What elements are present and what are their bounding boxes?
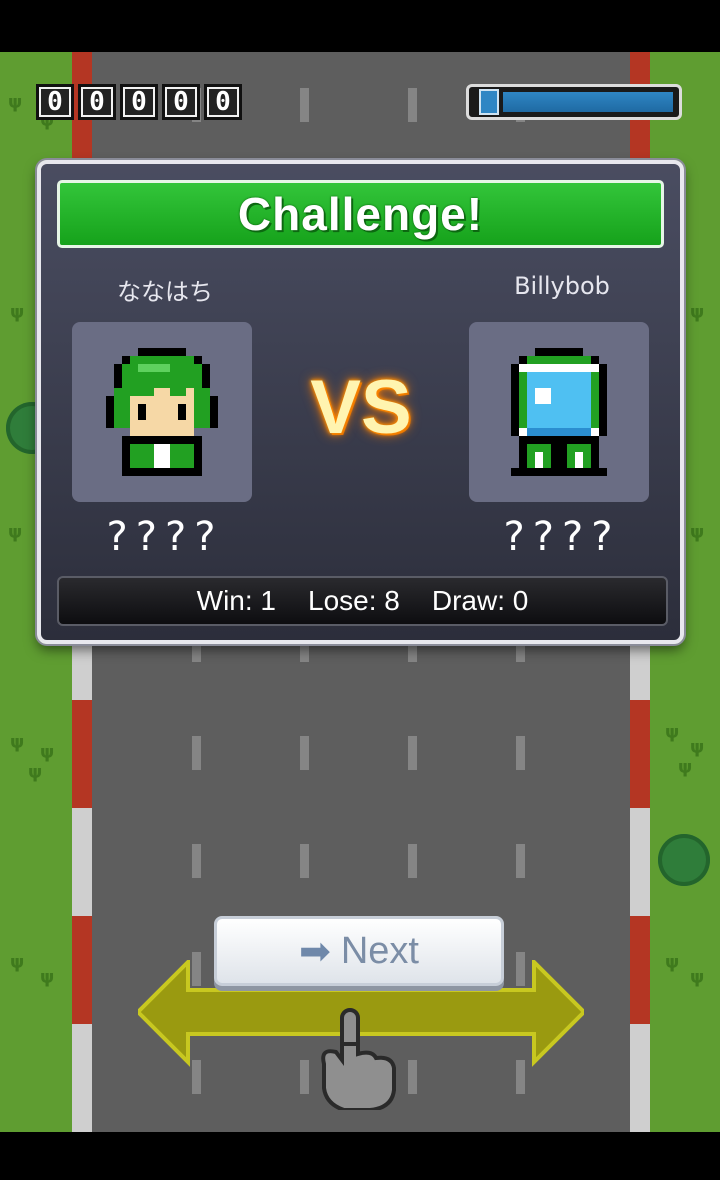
opponent-avatar — [469, 322, 649, 502]
grass-tuft: ψ — [690, 967, 705, 988]
player-avatar — [72, 322, 252, 502]
grass-tuft: ψ — [665, 952, 680, 973]
next-button-label: Next — [340, 929, 419, 972]
grass-tuft: ψ — [678, 757, 693, 778]
next-button[interactable]: ➡ Next — [214, 916, 504, 986]
opponent-name: Billybob — [514, 272, 610, 300]
score-digit: 0 — [120, 84, 158, 120]
gauge-fill — [503, 92, 673, 112]
helmet-character-icon — [511, 348, 607, 476]
grass-tuft: ψ — [8, 522, 23, 543]
vs-label: VS — [310, 365, 412, 450]
challenge-title: Challenge! — [237, 188, 484, 240]
grass-tuft: ψ — [28, 762, 43, 783]
grass-tuft: ψ — [8, 92, 23, 113]
grass-tuft: ψ — [690, 737, 705, 758]
grass-tuft: ψ — [665, 722, 680, 743]
challenge-dialog: Challenge! ななはち Billybob VS ???? ???? Wi… — [37, 160, 684, 644]
grass-tuft: ψ — [690, 302, 705, 323]
grass-tuft: ψ — [10, 302, 25, 323]
score-digit: 0 — [204, 84, 242, 120]
grass-tuft: ψ — [10, 732, 25, 753]
score-counter: 0 0 0 0 0 — [36, 84, 242, 120]
win-count: Win: 1 — [196, 585, 277, 616]
grass-tuft: ψ — [10, 952, 25, 973]
opponent-rank: ???? — [503, 514, 621, 560]
grass-tuft: ψ — [690, 522, 705, 543]
arrow-right-icon: ➡ — [299, 930, 331, 973]
bush — [658, 834, 710, 886]
fuel-gauge — [466, 84, 682, 120]
score-digit: 0 — [36, 84, 74, 120]
draw-count: Draw: 0 — [431, 585, 529, 616]
score-digit: 0 — [162, 84, 200, 120]
green-hair-character-icon — [106, 348, 218, 476]
challenge-title-bar: Challenge! — [57, 180, 664, 248]
fuel-gauge-icon — [479, 89, 499, 115]
score-digit: 0 — [78, 84, 116, 120]
grass-tuft: ψ — [40, 742, 55, 763]
grass-tuft: ψ — [40, 967, 55, 988]
player-rank: ???? — [106, 514, 224, 560]
lose-count: Lose: 8 — [308, 585, 400, 616]
player-name: ななはち — [117, 278, 213, 306]
match-record: Win: 1 Lose: 8 Draw: 0 — [57, 576, 668, 626]
